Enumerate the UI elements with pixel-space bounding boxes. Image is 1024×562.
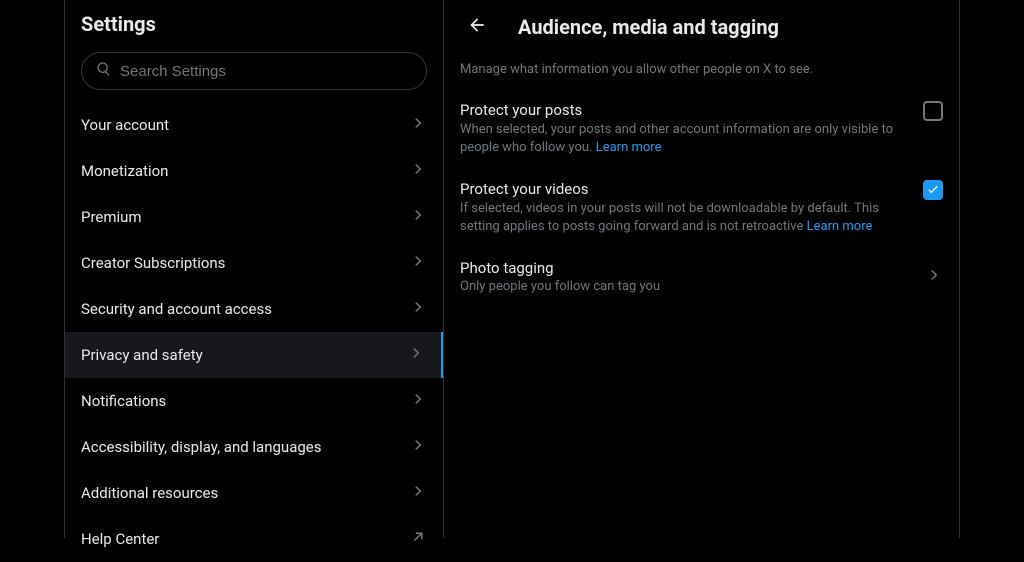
settings-title: Settings: [81, 12, 427, 36]
settings-sidebar: Settings Your account Monetization Premi…: [64, 0, 444, 538]
chevron-right-icon: [409, 160, 427, 182]
left-gutter: [0, 0, 64, 538]
check-icon: [926, 181, 940, 200]
chevron-right-icon: [409, 298, 427, 320]
chevron-right-icon: [409, 252, 427, 274]
search-container[interactable]: [81, 52, 427, 90]
detail-description: Manage what information you allow other …: [444, 54, 959, 89]
setting-protect-videos: Protect your videos If selected, videos …: [444, 168, 959, 247]
sidebar-item-label: Notifications: [81, 392, 166, 410]
sidebar-item-premium[interactable]: Premium: [65, 194, 443, 240]
chevron-right-icon: [409, 436, 427, 458]
setting-title: Protect your videos: [460, 180, 911, 198]
chevron-right-icon: [407, 344, 425, 366]
protect-videos-checkbox[interactable]: [923, 180, 943, 200]
learn-more-link[interactable]: Learn more: [807, 219, 873, 234]
sidebar-item-your-account[interactable]: Your account: [65, 102, 443, 148]
detail-header: Audience, media and tagging: [444, 0, 959, 54]
sidebar-item-label: Premium: [81, 208, 142, 226]
setting-description: When selected, your posts and other acco…: [460, 121, 911, 156]
sidebar-item-label: Your account: [81, 116, 169, 134]
learn-more-link[interactable]: Learn more: [596, 140, 662, 155]
sidebar-item-help-center[interactable]: Help Center: [65, 516, 443, 562]
sidebar-item-notifications[interactable]: Notifications: [65, 378, 443, 424]
sidebar-item-additional-resources[interactable]: Additional resources: [65, 470, 443, 516]
sidebar-item-accessibility[interactable]: Accessibility, display, and languages: [65, 424, 443, 470]
sidebar-item-creator-subscriptions[interactable]: Creator Subscriptions: [65, 240, 443, 286]
right-gutter: [960, 0, 1024, 538]
chevron-right-icon: [409, 482, 427, 504]
detail-title: Audience, media and tagging: [518, 15, 779, 39]
setting-protect-posts: Protect your posts When selected, your p…: [444, 89, 959, 168]
setting-title: Photo tagging: [460, 259, 660, 277]
chevron-right-icon: [925, 266, 943, 288]
sidebar-header: Settings: [65, 0, 443, 44]
sidebar-item-label: Help Center: [81, 530, 159, 548]
sidebar-item-privacy-safety[interactable]: Privacy and safety: [65, 332, 443, 378]
sidebar-item-security-access[interactable]: Security and account access: [65, 286, 443, 332]
setting-photo-tagging[interactable]: Photo tagging Only people you follow can…: [444, 247, 959, 306]
setting-description: If selected, videos in your posts will n…: [460, 200, 911, 235]
chevron-right-icon: [409, 206, 427, 228]
search-input[interactable]: [120, 63, 412, 80]
sidebar-item-monetization[interactable]: Monetization: [65, 148, 443, 194]
arrow-left-icon: [467, 15, 487, 39]
search-icon: [96, 61, 120, 81]
setting-title: Protect your posts: [460, 101, 911, 119]
sidebar-item-label: Security and account access: [81, 300, 272, 318]
chevron-right-icon: [409, 390, 427, 412]
sidebar-item-label: Accessibility, display, and languages: [81, 438, 321, 456]
external-link-icon: [409, 528, 427, 550]
back-button[interactable]: [460, 10, 494, 44]
search-wrap: [65, 44, 443, 102]
sidebar-item-label: Monetization: [81, 162, 168, 180]
chevron-right-icon: [409, 114, 427, 136]
sidebar-item-label: Additional resources: [81, 484, 218, 502]
sidebar-item-label: Privacy and safety: [81, 346, 203, 364]
sidebar-item-label: Creator Subscriptions: [81, 254, 225, 272]
detail-panel: Audience, media and tagging Manage what …: [444, 0, 960, 538]
setting-description: Only people you follow can tag you: [460, 279, 660, 294]
protect-posts-checkbox[interactable]: [923, 101, 943, 121]
